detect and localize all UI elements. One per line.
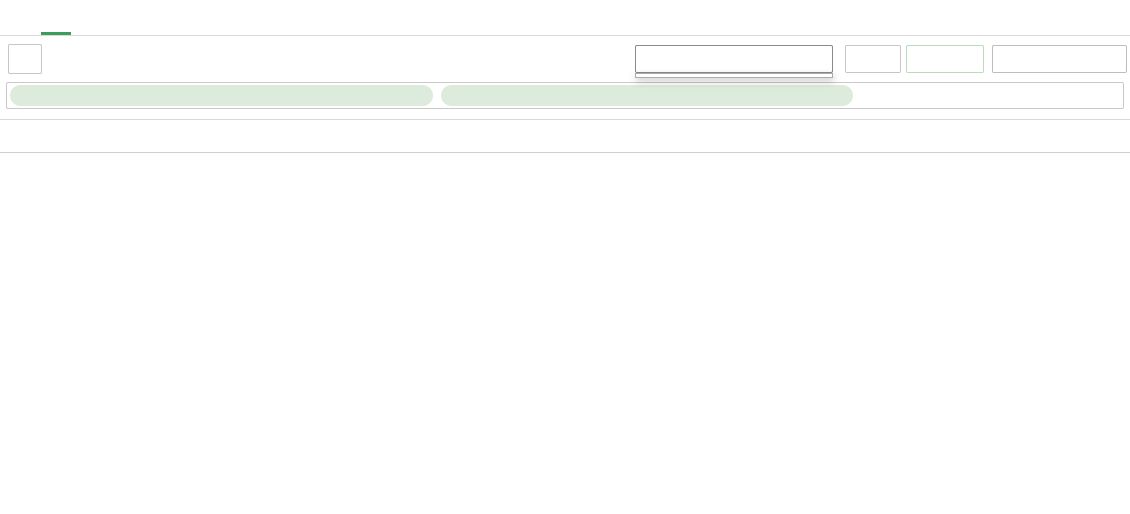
disk-dropdown-button[interactable] <box>845 45 901 73</box>
filter-pill-log-description[interactable] <box>441 85 853 106</box>
download-button[interactable] <box>8 44 42 74</box>
tab-summary[interactable] <box>6 0 36 35</box>
filter-pill-datetime[interactable] <box>10 85 433 106</box>
filter-bar[interactable] <box>6 82 1124 109</box>
time-range-button <box>906 45 984 73</box>
tab-bar <box>0 0 1130 36</box>
event-type-dropdown-button[interactable] <box>635 45 833 73</box>
event-type-menu <box>635 73 833 78</box>
tab-logs[interactable] <box>41 0 71 35</box>
details-button[interactable] <box>992 45 1127 73</box>
table-header <box>0 119 1130 153</box>
search-input[interactable] <box>903 85 1117 108</box>
